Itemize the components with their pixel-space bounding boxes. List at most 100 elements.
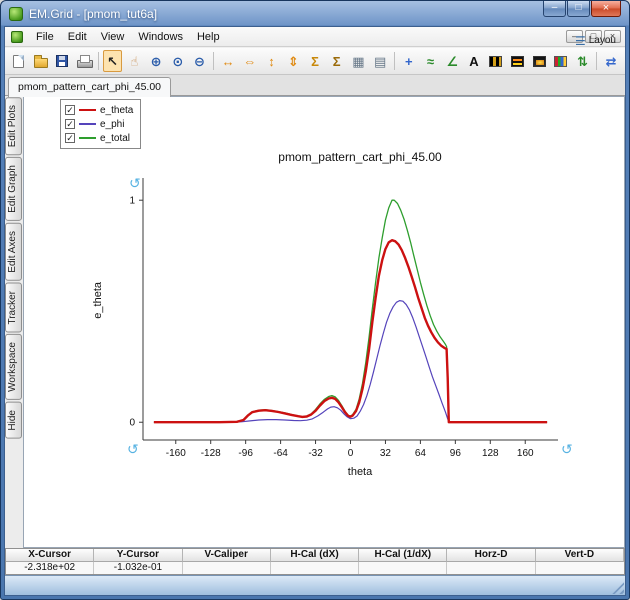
document-icon	[11, 31, 23, 43]
zoom-in-icon: ⊕	[151, 55, 162, 68]
sidebar-tab-edit-plots[interactable]: Edit Plots	[5, 97, 22, 155]
zoom-out-icon: ⊖	[194, 55, 205, 68]
chart-svg[interactable]: -160-128-96-64-32032649612816001↺↺↺	[113, 172, 583, 472]
slope-marker-button[interactable]: ∠	[442, 50, 462, 72]
legend-label: e_theta	[100, 105, 133, 116]
axis-handle-icon[interactable]: ↺	[127, 441, 139, 457]
print-button[interactable]	[74, 50, 94, 72]
menu-help[interactable]: Help	[190, 29, 227, 45]
sidebar-tab-tracker[interactable]: Tracker	[5, 283, 22, 333]
menu-view[interactable]: View	[94, 29, 132, 45]
grid-toggle-icon: ▦	[352, 55, 364, 68]
open-folder-icon	[34, 58, 48, 68]
text-annotation-button[interactable]: A	[464, 50, 484, 72]
layout-lines-icon: ☰	[575, 34, 586, 48]
series-e_theta	[154, 240, 547, 422]
resize-grip[interactable]	[611, 581, 624, 594]
waterfall-button[interactable]	[507, 50, 527, 72]
app-window: EM.Grid - [pmom_tut6a] – □ × File Edit V…	[0, 0, 630, 600]
status-value-2	[183, 562, 271, 574]
grid-toggle-button[interactable]: ▦	[349, 50, 369, 72]
status-header-y-cursor: Y-Cursor	[94, 549, 182, 562]
status-value-1: -1.032e-01	[94, 562, 182, 574]
autoscale-x-icon: Σ	[311, 55, 319, 68]
legend-line-swatch	[79, 109, 96, 111]
status-header-h-cal-dx-: H-Cal (dX)	[271, 549, 359, 562]
x-tick-label: 0	[348, 448, 354, 459]
status-header-vert-d: Vert-D	[536, 549, 624, 562]
expand-y-button[interactable]: ⇕	[283, 50, 303, 72]
status-value-0: -2.318e+02	[6, 562, 94, 574]
status-bar	[5, 575, 625, 595]
legend-line-swatch	[79, 137, 96, 139]
autoscale-y-button[interactable]: Σ	[327, 50, 347, 72]
plot-canvas[interactable]: ✓ e_theta ✓ e_phi ✓ e_total e_theta pmom_patt…	[23, 96, 625, 548]
menu-windows[interactable]: Windows	[131, 29, 190, 45]
chart-title: pmom_pattern_cart_phi_45.00	[113, 150, 583, 164]
cursor-status-table: X-CursorY-CursorV-CaliperH-Cal (dX)H-Cal…	[5, 548, 625, 575]
vert-scale-icon: ⇅	[577, 55, 588, 68]
axis-handle-icon[interactable]: ↺	[129, 175, 141, 191]
axis-handle-icon[interactable]: ↺	[561, 441, 573, 457]
save-button[interactable]	[52, 50, 72, 72]
legend-row-e_theta[interactable]: ✓ e_theta	[65, 103, 133, 117]
vert-scale-button[interactable]: ⇅	[573, 50, 593, 72]
palette-button[interactable]	[551, 50, 571, 72]
new-document-button[interactable]	[9, 50, 29, 72]
close-button[interactable]: ×	[591, 1, 621, 17]
data-table-button[interactable]: ▤	[370, 50, 390, 72]
select-pointer-icon: ↖	[107, 55, 118, 68]
toolbar-separator	[213, 52, 214, 70]
sidebar-tab-edit-axes[interactable]: Edit Axes	[5, 223, 22, 281]
pan-hand-button[interactable]: ☝	[124, 50, 144, 72]
x-tick-label: -160	[166, 448, 186, 459]
legend-row-e_total[interactable]: ✓ e_total	[65, 131, 133, 145]
toolbar: ↖ ☝ ⊕ ⊙ ⊖ ↔ ⇔↕⇕ ΣΣ ▦ ▤ +≈∠ A ⇅ ⇄	[5, 48, 625, 75]
legend-label: e_phi	[100, 119, 124, 130]
fit-width-button[interactable]: ↔	[218, 50, 238, 72]
select-pointer-button[interactable]: ↖	[103, 50, 123, 72]
layout-button[interactable]: ☰ Layou	[570, 30, 621, 51]
minimize-button[interactable]: –	[543, 1, 566, 17]
y-tick-label: 0	[129, 418, 135, 429]
fit-width-icon: ↔	[222, 55, 235, 68]
zoom-window-button[interactable]: ⊙	[168, 50, 188, 72]
maximize-button[interactable]: □	[567, 1, 590, 17]
legend-checkbox-e_phi[interactable]: ✓	[65, 119, 75, 129]
title-bar[interactable]: EM.Grid - [pmom_tut6a] – □ ×	[1, 1, 629, 26]
legend-row-e_phi[interactable]: ✓ e_phi	[65, 117, 133, 131]
zoom-out-button[interactable]: ⊖	[190, 50, 210, 72]
fit-height-button[interactable]: ↕	[262, 50, 282, 72]
open-folder-button[interactable]	[31, 50, 51, 72]
spectrogram-button[interactable]	[529, 50, 549, 72]
text-annotation-icon: A	[469, 55, 478, 68]
zoom-in-button[interactable]: ⊕	[146, 50, 166, 72]
y-axis-label: e_theta	[92, 282, 104, 319]
zoom-window-icon: ⊙	[172, 55, 183, 68]
autoscale-x-button[interactable]: Σ	[305, 50, 325, 72]
sidebar-tab-hide[interactable]: Hide	[5, 402, 22, 439]
menu-edit[interactable]: Edit	[61, 29, 94, 45]
sidebar-tabs: Edit Plots Edit Graph Edit Axes TrackerWork…	[5, 97, 23, 439]
legend-checkbox-e_theta[interactable]: ✓	[65, 105, 75, 115]
tab-pmom-pattern[interactable]: pmom_pattern_cart_phi_45.00	[8, 77, 171, 97]
colormap-icon	[489, 56, 502, 67]
expand-x-button[interactable]: ⇔	[240, 50, 260, 72]
chart-box: pmom_pattern_cart_phi_45.00 -160-128-96-…	[113, 150, 583, 490]
status-value-4	[359, 562, 447, 574]
horz-sync-button[interactable]: ⇄	[601, 50, 621, 72]
menu-file[interactable]: File	[29, 29, 61, 45]
x-tick-label: 64	[415, 448, 427, 459]
x-tick-label: 160	[517, 448, 534, 459]
legend-label: e_total	[100, 133, 130, 144]
legend-checkbox-e_total[interactable]: ✓	[65, 133, 75, 143]
curve-tools-button[interactable]: ≈	[421, 50, 441, 72]
sidebar-tab-workspace[interactable]: Workspace	[5, 334, 22, 400]
add-marker-button[interactable]: +	[399, 50, 419, 72]
sidebar-tab-edit-graph[interactable]: Edit Graph	[5, 157, 22, 221]
colormap-button[interactable]	[486, 50, 506, 72]
status-header-h-cal-1-dx-: H-Cal (1/dX)	[359, 549, 447, 562]
horz-sync-icon: ⇄	[606, 55, 617, 68]
window-title: EM.Grid - [pmom_tut6a]	[29, 7, 157, 21]
save-icon	[56, 55, 68, 67]
